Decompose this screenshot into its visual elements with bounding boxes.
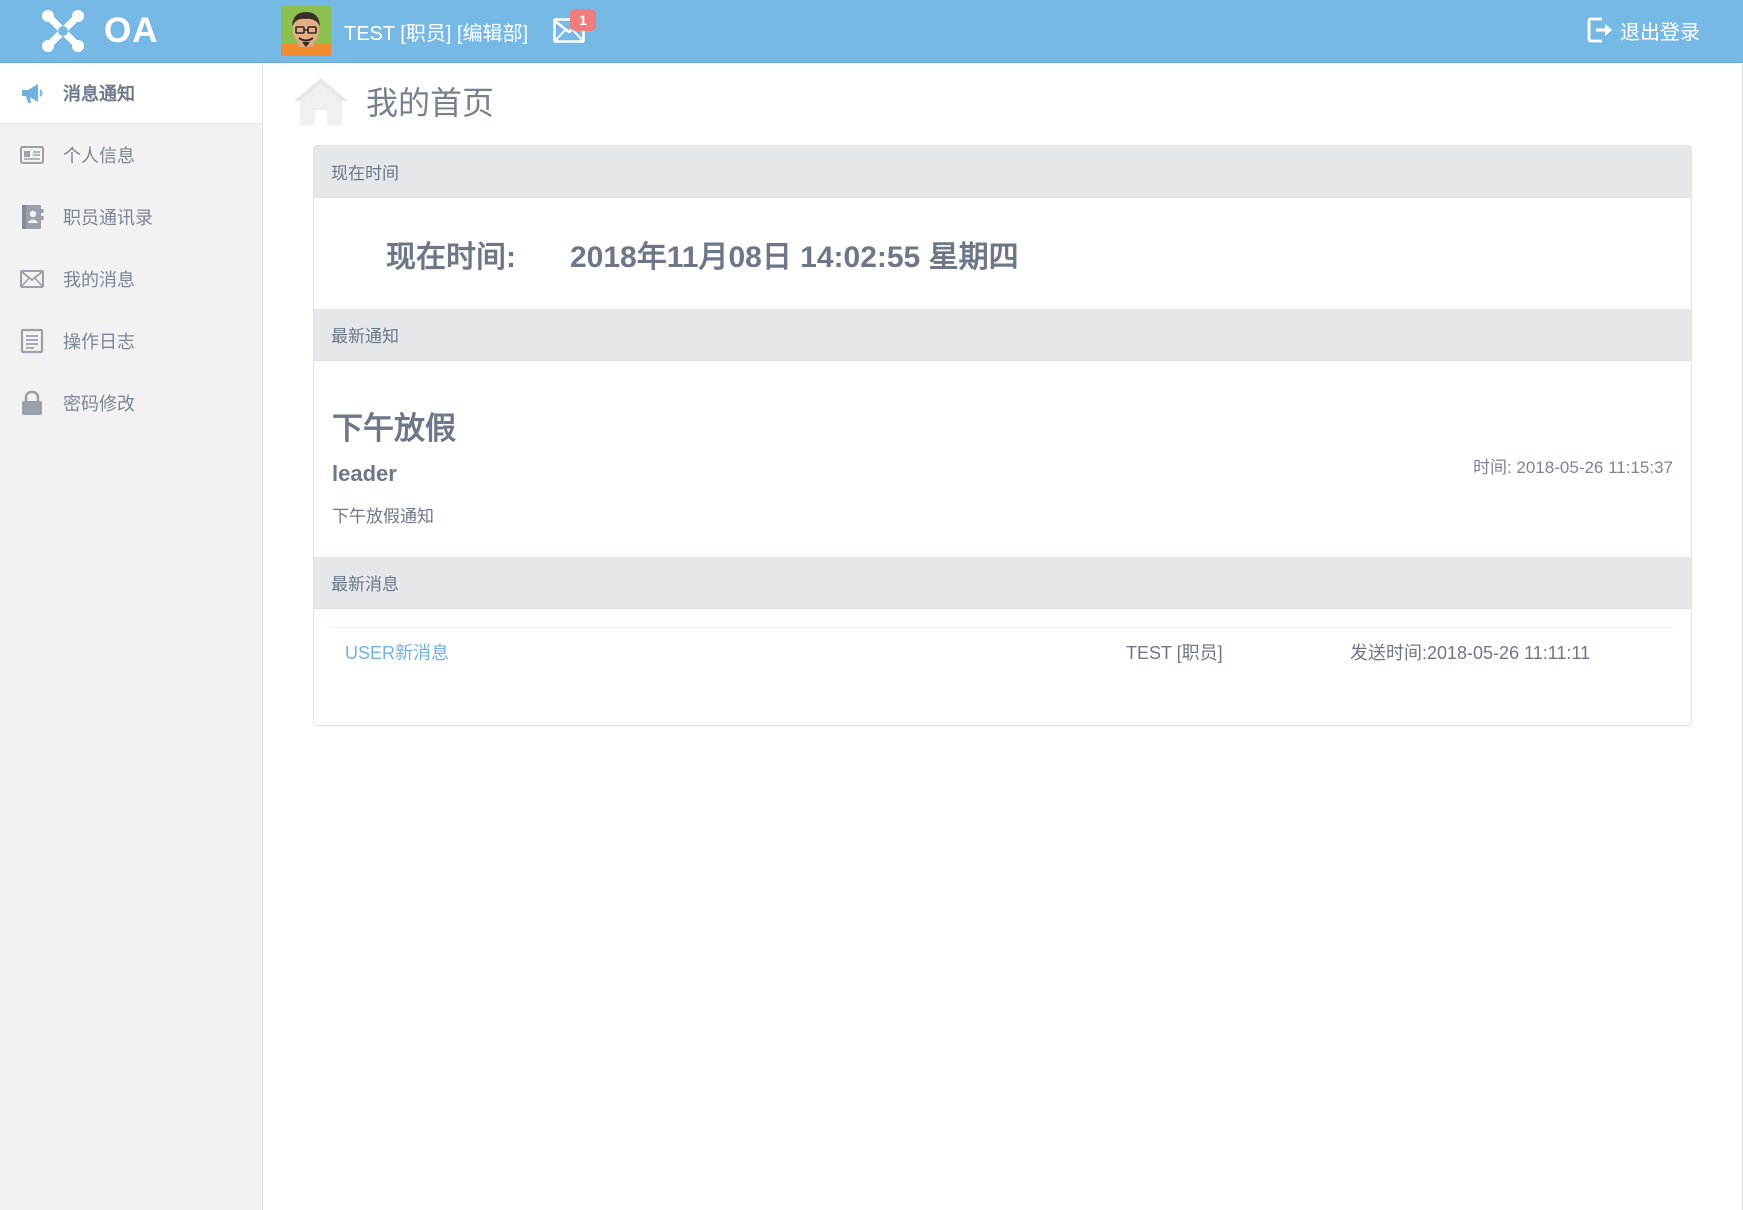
latest-messages: USER新消息 TEST [职员] 发送时间:2018-05-26 11:11:… (314, 609, 1691, 725)
top-bar: OA TEST [职员] [编辑部] 1 退出登录 (0, 0, 1743, 63)
sign-out-icon (1587, 17, 1612, 43)
time-value: 2018年11月08日 14:02:55 星期四 (570, 240, 1019, 274)
sidebar-item-label: 职员通讯录 (63, 208, 153, 228)
sidebar-item-label: 操作日志 (63, 332, 135, 352)
latest-notice[interactable]: 下午放假 leader 下午放假通知 时间: 2018-05-26 11:15:… (314, 361, 1691, 557)
main-content: 我的首页 现在时间 现在时间: 2018年11月08日 14:02:55 星期四… (264, 63, 1743, 1210)
megaphone-icon (18, 79, 46, 107)
id-card-icon (18, 141, 46, 169)
sidebar-item-operation-log[interactable]: 操作日志 (0, 310, 262, 372)
logout-label: 退出登录 (1620, 21, 1700, 44)
sidebar: 消息通知 个人信息 职员通讯录 我的消息 操作日志 密码修改 (0, 63, 263, 1210)
notice-title: 下午放假 (332, 411, 456, 446)
mail-count-badge: 1 (570, 9, 596, 31)
home-icon (294, 78, 348, 125)
envelope-icon (18, 265, 46, 293)
logout-button[interactable]: 退出登录 (1586, 15, 1700, 45)
notice-time: 时间: 2018-05-26 11:15:37 (1472, 458, 1673, 477)
avatar[interactable] (281, 6, 331, 56)
message-section-header: 最新消息 (314, 557, 1691, 609)
sidebar-item-notifications[interactable]: 消息通知 (0, 63, 262, 124)
time-label: 现在时间: (386, 240, 516, 274)
address-book-icon (18, 203, 46, 231)
dashboard-panel: 现在时间 现在时间: 2018年11月08日 14:02:55 星期四 最新通知… (313, 145, 1692, 726)
app-name: OA (104, 11, 159, 50)
message-sender: TEST [职员] (1126, 642, 1223, 663)
app-logo[interactable]: OA (40, 7, 159, 55)
current-time-display: 现在时间: 2018年11月08日 14:02:55 星期四 (314, 198, 1691, 309)
message-subject-link[interactable]: USER新消息 (345, 639, 449, 665)
sidebar-item-label: 我的消息 (63, 270, 135, 290)
user-label: TEST [职员] [编辑部] (344, 22, 529, 45)
time-section-header: 现在时间 (314, 146, 1691, 198)
page-header: 我的首页 (292, 75, 494, 127)
sidebar-item-profile[interactable]: 个人信息 (0, 124, 262, 186)
notice-body: 下午放假通知 (332, 507, 434, 526)
sidebar-item-my-messages[interactable]: 我的消息 (0, 248, 262, 310)
joomla-logo-icon (42, 10, 84, 52)
table-row: USER新消息 TEST [职员] 发送时间:2018-05-26 11:11:… (332, 627, 1673, 675)
log-list-icon (18, 327, 46, 355)
sidebar-item-label: 密码修改 (63, 394, 135, 414)
notice-author: leader (332, 461, 397, 486)
lock-icon (18, 389, 46, 417)
notice-section-header: 最新通知 (314, 309, 1691, 361)
message-time: 发送时间:2018-05-26 11:11:11 (1350, 642, 1591, 663)
sidebar-item-label: 个人信息 (63, 146, 135, 166)
sidebar-item-label: 消息通知 (63, 84, 135, 104)
page-title: 我的首页 (366, 85, 495, 121)
sidebar-item-directory[interactable]: 职员通讯录 (0, 186, 262, 248)
user-info[interactable]: TEST [职员] [编辑部] (281, 5, 528, 57)
sidebar-item-change-password[interactable]: 密码修改 (0, 372, 262, 434)
